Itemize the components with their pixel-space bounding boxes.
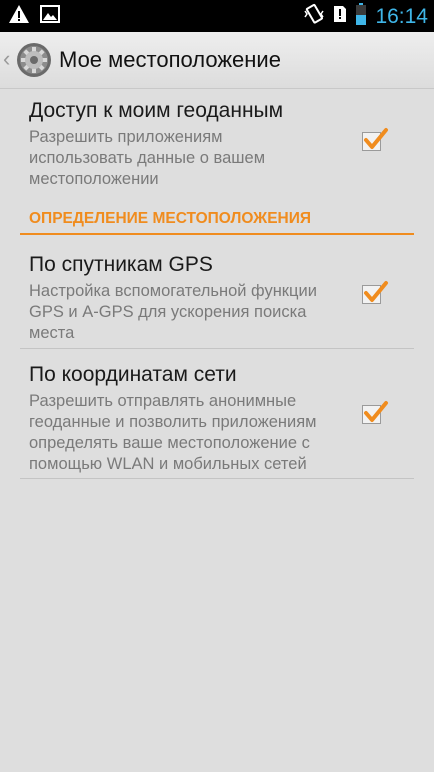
notification-alert-icon	[333, 5, 347, 28]
pref-summary: Разрешить приложениям использовать данны…	[29, 128, 266, 188]
clock: 16:14	[375, 4, 428, 28]
settings-gear-icon[interactable]	[16, 42, 52, 78]
pref-title: По спутникам GPS	[29, 253, 213, 276]
action-bar: ‹ Мое местоположение	[0, 32, 434, 89]
warning-icon	[8, 4, 30, 29]
divider	[20, 478, 414, 479]
gps-checkbox[interactable]	[362, 281, 388, 304]
battery-icon	[355, 3, 367, 30]
pref-gps[interactable]: По спутникам GPS Настройка вспомогательн…	[20, 252, 414, 344]
category-header: ОПРЕДЕЛЕНИЕ МЕСТОПОЛОЖЕНИЯ	[29, 210, 312, 227]
location-access-checkbox[interactable]	[362, 128, 388, 151]
network-checkbox[interactable]	[362, 401, 388, 424]
chevron-left-icon[interactable]: ‹	[3, 47, 10, 71]
pref-summary: Настройка вспомогательной функции GPS и …	[29, 282, 317, 342]
checkmark-icon	[364, 128, 388, 149]
pref-network[interactable]: По координатам сети Разрешить отправлять…	[20, 362, 414, 474]
pref-title: Доступ к моим геоданным	[29, 99, 284, 122]
status-bar: 16:14	[0, 0, 434, 32]
vibrate-icon	[303, 3, 325, 30]
page-title: Мое местоположение	[59, 47, 281, 72]
pref-title: По координатам сети	[29, 363, 237, 386]
checkmark-icon	[364, 281, 388, 302]
pref-location-access[interactable]: Доступ к моим геоданным Разрешить прилож…	[20, 98, 414, 190]
image-icon	[40, 5, 60, 28]
pref-summary: Разрешить отправлять анонимные геоданные…	[29, 392, 317, 473]
category-divider	[20, 233, 414, 235]
checkmark-icon	[364, 401, 388, 422]
divider	[20, 348, 414, 349]
